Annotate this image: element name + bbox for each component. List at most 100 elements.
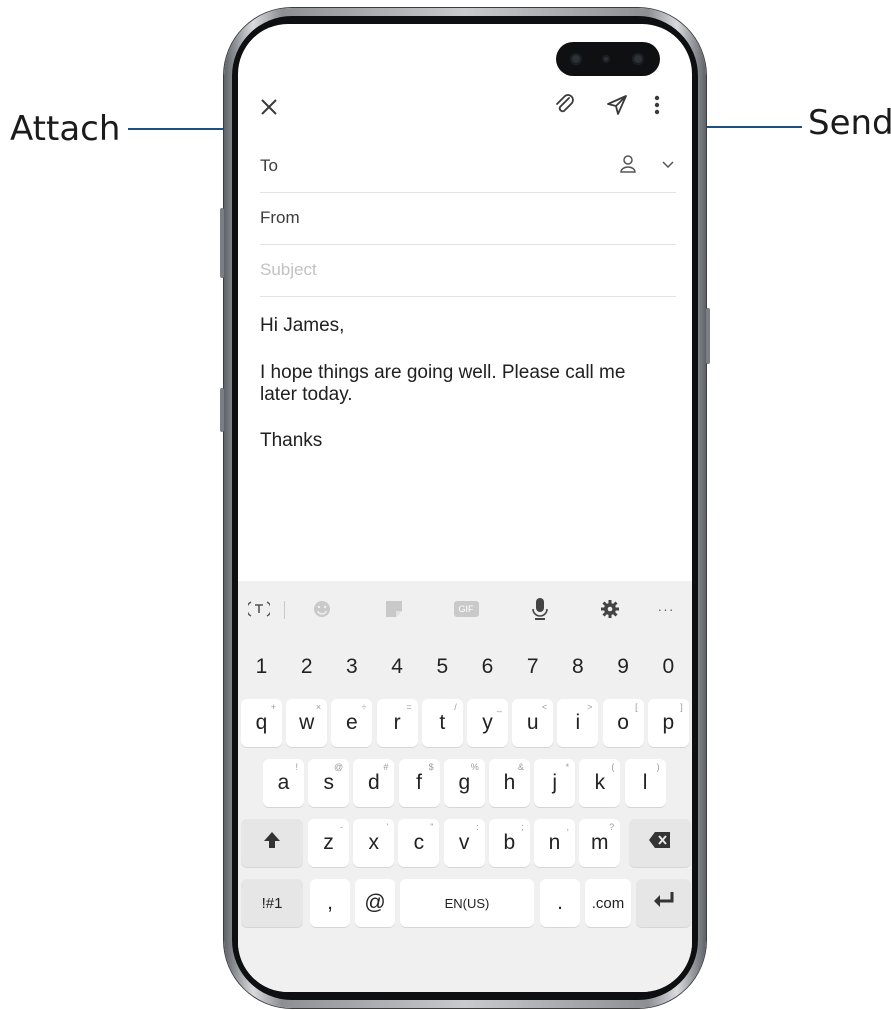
key-f[interactable]: f $ [398, 759, 440, 807]
key-label: 8 [572, 655, 584, 678]
on-screen-keyboard: GIF ··· 1 2 3 4 5 6 7 8 9 0 q + w × e ÷ r = t / y _ u < i > o[p] a!… [238, 581, 692, 992]
key-label: k [594, 771, 606, 794]
backspace-key[interactable] [629, 819, 691, 867]
contact-icon[interactable] [618, 154, 638, 179]
paperclip-icon[interactable] [552, 92, 578, 123]
space-key[interactable]: EN(US) [400, 879, 534, 927]
sticker-icon[interactable] [382, 597, 406, 621]
emoji-icon[interactable] [310, 597, 334, 621]
key-hint: [ [635, 702, 638, 712]
key-9[interactable]: 9 [603, 643, 644, 691]
key-label: s [323, 771, 334, 794]
more-vert-icon[interactable] [652, 94, 662, 121]
settings-icon[interactable] [598, 597, 622, 621]
comma-key[interactable]: , [310, 879, 350, 927]
key-hint: @ [334, 762, 344, 772]
key-l[interactable]: l) [624, 759, 666, 807]
key-hint: " [430, 822, 434, 832]
key-hint: & [517, 762, 524, 772]
key-6[interactable]: 6 [467, 643, 508, 691]
send-icon[interactable] [604, 92, 630, 123]
key-label: z [323, 831, 334, 854]
key-hint: ) [656, 762, 660, 772]
key-label: v [458, 831, 470, 854]
key-k[interactable]: k( [579, 759, 621, 807]
key-5[interactable]: 5 [422, 643, 463, 691]
key-w[interactable]: w × [286, 699, 328, 747]
key-label: l [642, 771, 648, 794]
key-label: j [552, 771, 558, 794]
dotcom-key[interactable]: .com [585, 879, 631, 927]
subject-field[interactable]: Subject [260, 244, 676, 297]
key-v[interactable]: v: [443, 819, 485, 867]
to-label: To [260, 156, 278, 175]
key-j[interactable]: j * [534, 759, 576, 807]
key-p[interactable]: p] [647, 699, 689, 747]
from-field[interactable]: From [260, 192, 676, 245]
shift-key[interactable] [241, 819, 303, 867]
key-2[interactable]: 2 [286, 643, 327, 691]
key-g[interactable]: g% [443, 759, 485, 807]
close-icon[interactable] [258, 96, 280, 123]
key-7[interactable]: 7 [512, 643, 553, 691]
key-h[interactable]: h & [489, 759, 530, 807]
key-t[interactable]: t / [421, 699, 463, 747]
key-1[interactable]: 1 [241, 643, 282, 691]
power-button [706, 308, 710, 364]
subject-placeholder: Subject [260, 260, 317, 279]
text-style-icon[interactable] [246, 597, 272, 621]
key-hint: # [383, 762, 389, 772]
key-hint: × [315, 702, 322, 712]
key-hint: ' [386, 822, 389, 832]
key-label: 4 [391, 655, 403, 678]
symbols-key[interactable]: !#1 [241, 879, 303, 927]
key-hint: % [470, 762, 479, 772]
key-n[interactable]: n, [534, 819, 575, 867]
enter-key[interactable] [636, 879, 691, 927]
more-horiz-icon[interactable]: ··· [654, 597, 678, 621]
message-greeting[interactable]: Hi James, [260, 315, 660, 337]
microphone-icon[interactable] [528, 597, 552, 621]
key-hint: < [541, 702, 548, 712]
key-b[interactable]: b; [488, 819, 530, 867]
key-label: w [299, 711, 315, 734]
key-a[interactable]: a! [263, 759, 304, 807]
key-e[interactable]: e ÷ [331, 699, 373, 747]
key-r[interactable]: r = [376, 699, 418, 747]
key-label: n [548, 831, 561, 854]
message-body[interactable]: I hope things are going well. Please cal… [260, 362, 660, 406]
key-label: 2 [300, 655, 313, 678]
key-8[interactable]: 8 [557, 643, 598, 691]
key-y[interactable]: y _ [467, 699, 508, 747]
key-hint: * [565, 762, 570, 772]
key-label: , [327, 891, 333, 914]
key-3[interactable]: 3 [331, 643, 372, 691]
to-field[interactable]: To [260, 140, 676, 193]
key-s[interactable]: s @ [308, 759, 350, 807]
key-hint: + [270, 702, 276, 712]
key-u[interactable]: u < [512, 699, 554, 747]
key-i[interactable]: i > [557, 699, 599, 747]
key-0[interactable]: 0 [648, 643, 689, 691]
key-q[interactable]: q + [241, 699, 282, 747]
key-x[interactable]: x ' [353, 819, 395, 867]
period-key[interactable]: . [540, 879, 580, 927]
key-z[interactable]: z- [308, 819, 349, 867]
key-o[interactable]: o[ [602, 699, 644, 747]
phone-screen: To From Subject Hi James, I hope things … [238, 24, 692, 992]
key-m[interactable]: m? [579, 819, 621, 867]
key-label: q [255, 711, 268, 734]
key-d[interactable]: d # [353, 759, 395, 807]
key-label: y [482, 711, 493, 734]
key-label: 0 [662, 655, 675, 678]
chevron-down-icon[interactable] [660, 154, 676, 179]
gif-icon[interactable]: GIF [452, 597, 480, 621]
at-key[interactable]: @ [355, 879, 395, 927]
key-hint: ] [680, 702, 683, 712]
message-closing[interactable]: Thanks [260, 430, 660, 452]
key-4[interactable]: 4 [377, 643, 418, 691]
camera-lens [570, 53, 582, 65]
key-label: 1 [255, 655, 268, 678]
key-label: EN(US) [444, 895, 490, 911]
key-c[interactable]: c " [398, 819, 440, 867]
